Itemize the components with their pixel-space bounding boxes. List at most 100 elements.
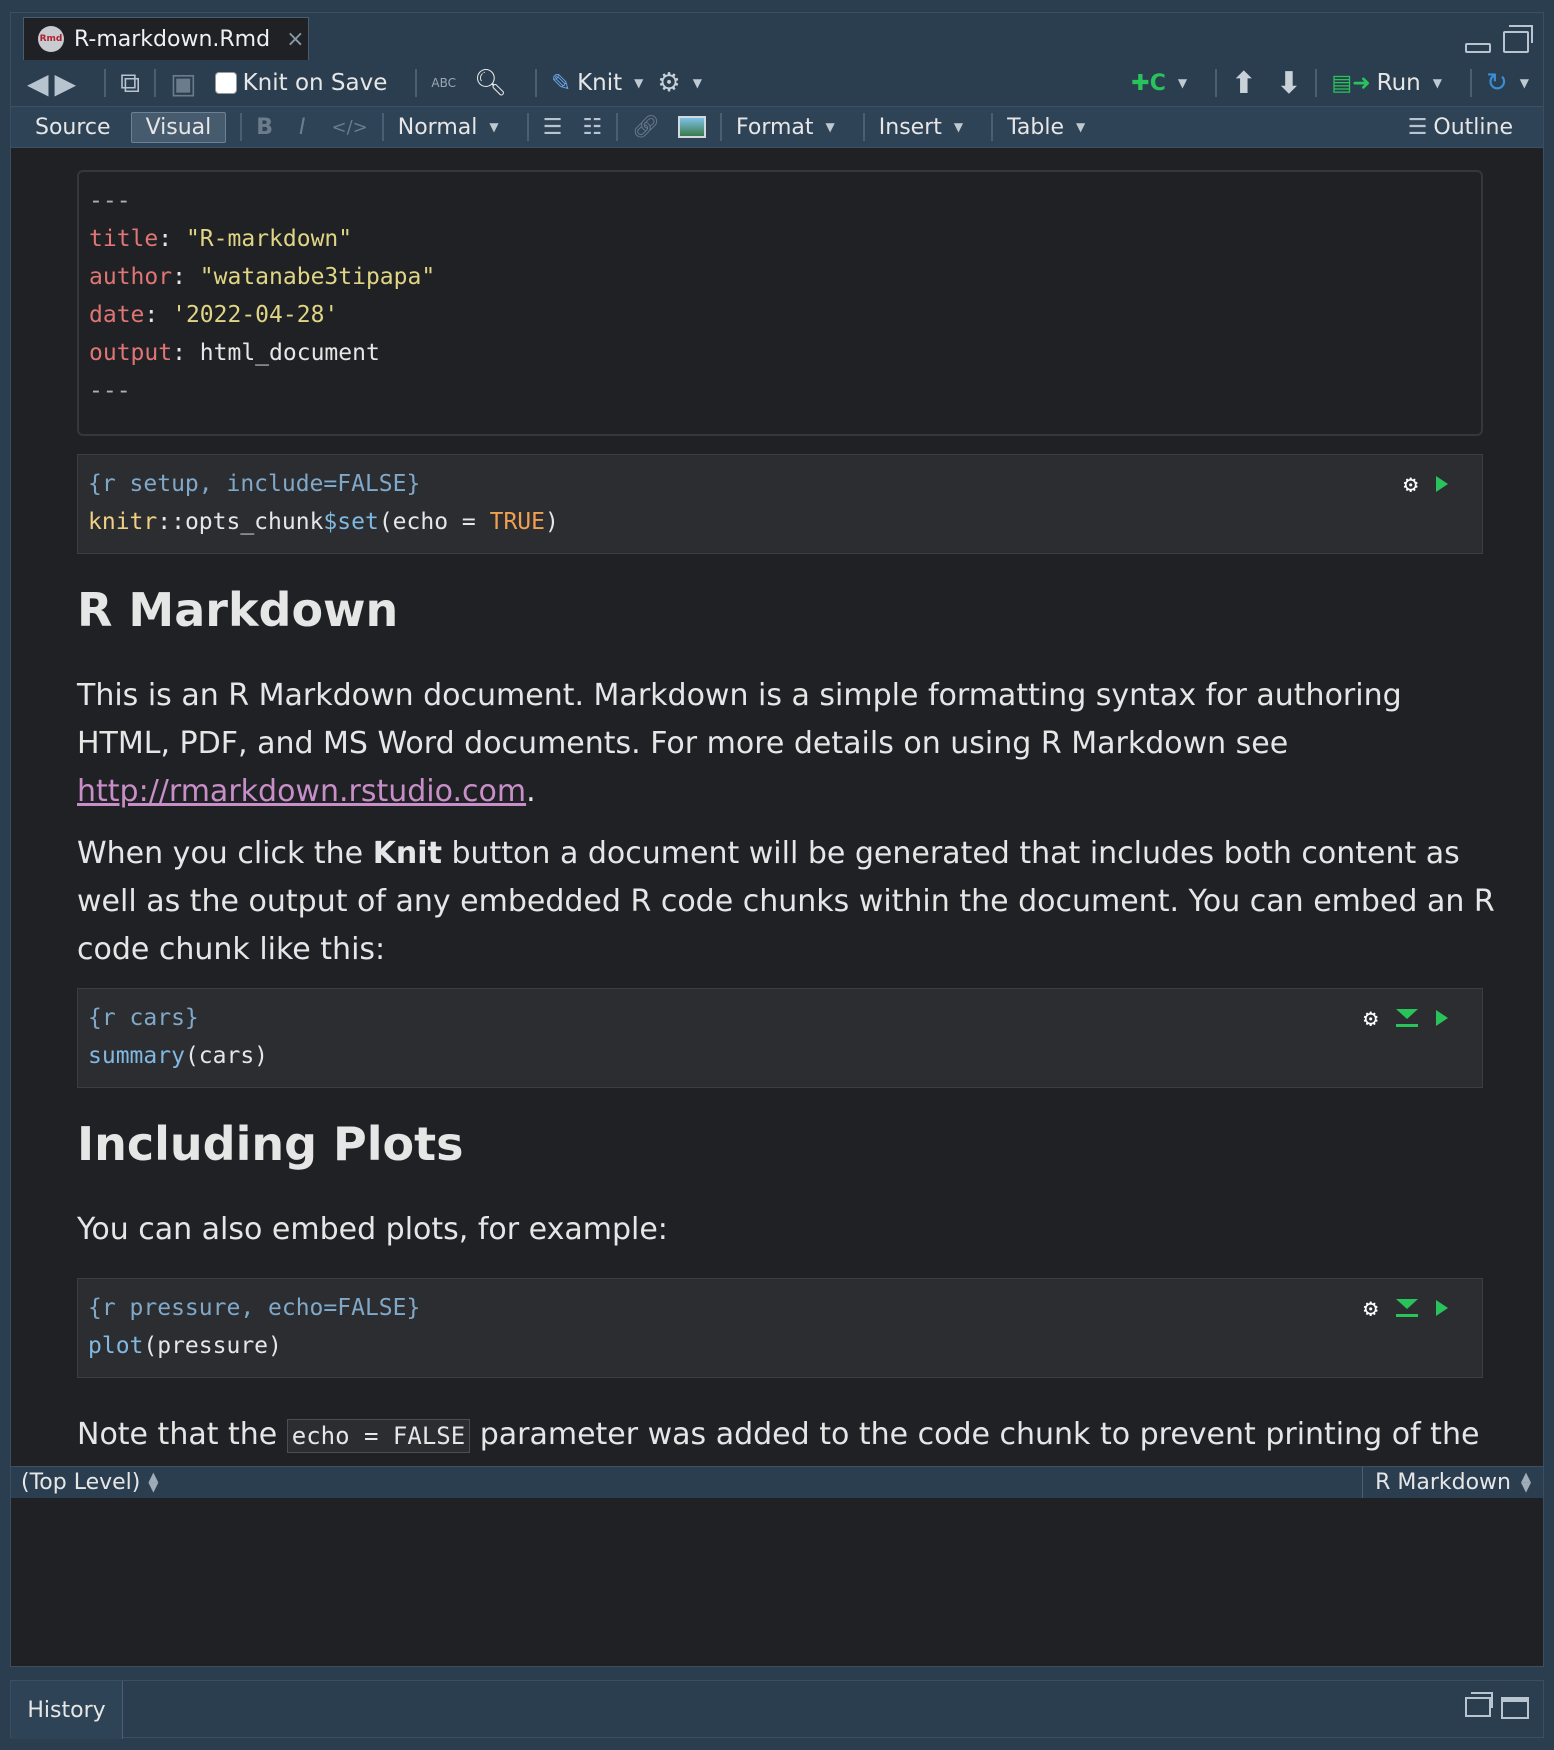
scope-selector[interactable]: (Top Level) ▲ ▼ — [11, 1470, 158, 1495]
image-icon[interactable] — [678, 116, 707, 138]
code-token: summary — [88, 1043, 185, 1069]
code-chunk-setup[interactable]: {r setup, include=FALSE} knitr::opts_chu… — [77, 454, 1483, 554]
inline-code: echo = FALSE — [286, 1419, 471, 1453]
insert-menu[interactable]: Insert ▼ — [879, 115, 963, 140]
code-chunk-pressure[interactable]: {r pressure, echo=FALSE} plot(pressure) … — [77, 1278, 1483, 1378]
chevron-down-icon: ▼ — [953, 120, 964, 134]
restore-pane-icon[interactable] — [1465, 1692, 1493, 1717]
status-bar: (Top Level) ▲ ▼ R Markdown ▲ ▼ — [11, 1466, 1543, 1498]
link-icon[interactable]: 🔗︎ — [632, 115, 660, 140]
maximize-pane-icon[interactable] — [1501, 1697, 1529, 1719]
updown-icon: ▲ ▼ — [148, 1469, 159, 1495]
heading-including-plots: Including Plots — [77, 1117, 464, 1171]
file-type-selector[interactable]: R Markdown ▲ ▼ — [1362, 1467, 1543, 1498]
run-chunk-play-icon[interactable] — [1436, 476, 1448, 492]
bullet-list-icon[interactable]: ☰ — [543, 115, 563, 140]
run-above-chunks-icon[interactable] — [1396, 1299, 1418, 1317]
chunk-options-gear-icon[interactable]: ⚙ — [1364, 1289, 1378, 1327]
yaml-delimiter: --- — [89, 188, 131, 214]
paragraph: This is an R Markdown document. Markdown… — [77, 672, 1497, 816]
visual-mode-button[interactable]: Visual — [130, 111, 227, 143]
numbered-list-icon[interactable]: ☷ — [582, 115, 602, 140]
show-in-window-icon[interactable]: ⧉ — [120, 66, 140, 100]
format-menu[interactable]: Format ▼ — [736, 115, 835, 140]
run-above-chunks-icon[interactable] — [1396, 1009, 1418, 1027]
chevron-down-icon: ▼ — [1076, 120, 1086, 134]
toolbar-separator — [991, 113, 994, 141]
lower-pane: History — [10, 1680, 1544, 1739]
settings-button[interactable]: ⚙ ▼ — [657, 68, 702, 98]
file-type-label: R Markdown — [1375, 1470, 1511, 1495]
run-chunk-play-icon[interactable] — [1436, 1300, 1448, 1316]
tab-history[interactable]: History — [11, 1681, 123, 1739]
knit-on-save-checkbox[interactable] — [214, 72, 237, 94]
toolbar-separator — [240, 113, 243, 141]
search-icon[interactable]: 🔍︎ — [474, 68, 507, 98]
table-menu[interactable]: Table ▼ — [1007, 115, 1085, 140]
chevron-down-icon[interactable]: ▼ — [1433, 76, 1442, 90]
tab-rmd-file[interactable]: Rmd R-markdown.Rmd × — [23, 17, 309, 60]
knit-on-save-label[interactable]: Knit on Save — [243, 70, 388, 96]
code-token: ) — [544, 509, 559, 535]
code-token: plot — [88, 1333, 144, 1359]
yaml-header-block[interactable]: --- title: "R-markdown" author: "watanab… — [77, 170, 1483, 436]
yaml-key: title — [89, 226, 159, 252]
knit-button[interactable]: ✎ Knit ▼ — [551, 69, 643, 97]
visual-editor[interactable]: --- title: "R-markdown" author: "watanab… — [11, 148, 1543, 1466]
insert-label: Insert — [878, 114, 942, 140]
chevron-down-icon[interactable]: ▼ — [693, 76, 702, 90]
knit-label: Knit — [577, 70, 623, 96]
insert-chunk-button[interactable]: ✚C ▼ — [1131, 71, 1187, 96]
forward-arrow-icon[interactable]: ▶ — [55, 67, 77, 100]
bold-button[interactable]: B — [256, 115, 273, 140]
tab-bar: Rmd R-markdown.Rmd × — [11, 13, 1543, 60]
toolbar-separator — [154, 69, 157, 97]
next-chunk-arrow-down-icon[interactable]: ⬇ — [1276, 66, 1301, 101]
chunk-header: {r setup, include=FALSE} — [88, 471, 421, 497]
rmarkdown-link[interactable]: http://rmarkdown.rstudio.com — [77, 774, 526, 809]
rerun-button[interactable]: ↻ ▼ — [1486, 68, 1529, 98]
toolbar-separator — [720, 113, 723, 141]
minimize-pane-icon[interactable] — [1465, 43, 1491, 53]
rerun-icon: ↻ — [1485, 68, 1508, 98]
outline-button[interactable]: ☰ Outline — [1408, 115, 1513, 140]
block-style-label: Normal — [397, 114, 478, 140]
paragraph-text: Note that the — [77, 1417, 287, 1452]
previous-chunk-arrow-up-icon[interactable]: ⬆ — [1231, 66, 1256, 101]
code-token: knitr — [88, 509, 158, 535]
rmd-icon-label: Rmd — [39, 34, 63, 44]
chevron-down-icon: ▼ — [825, 120, 835, 134]
table-label: Table — [1007, 114, 1065, 140]
toolbar-separator — [381, 113, 384, 141]
spellcheck-icon[interactable]: ABC — [431, 76, 456, 90]
block-style-dropdown[interactable]: Normal ▼ — [398, 115, 499, 140]
code-button[interactable]: </> — [332, 117, 368, 138]
close-icon[interactable]: × — [286, 27, 304, 52]
maximize-pane-icon[interactable] — [1503, 25, 1533, 53]
chunk-options-gear-icon[interactable]: ⚙ — [1364, 999, 1378, 1037]
chevron-down-icon[interactable]: ▼ — [1178, 76, 1187, 90]
paragraph-text: You can also embed plots, for example: — [77, 1212, 668, 1247]
chunk-header: {r pressure, echo=FALSE} — [88, 1295, 421, 1321]
italic-button[interactable]: I — [299, 115, 306, 140]
code-token: $set — [323, 509, 379, 535]
source-mode-button[interactable]: Source — [35, 115, 111, 140]
chevron-down-icon[interactable]: ▼ — [634, 76, 643, 90]
yaml-key: author — [89, 264, 173, 290]
paragraph-text: This is an R Markdown document. Markdown… — [77, 678, 1402, 761]
outline-label: Outline — [1433, 114, 1513, 140]
run-button[interactable]: ▤➜ Run ▼ — [1331, 70, 1442, 96]
toolbar-separator — [616, 113, 619, 141]
run-label: Run — [1376, 70, 1421, 96]
run-chunk-play-icon[interactable] — [1436, 1010, 1448, 1026]
rmd-file-icon: Rmd — [38, 26, 64, 52]
chevron-down-icon[interactable]: ▼ — [1520, 76, 1529, 90]
visual-editor-toolbar: Source Visual B I </> Normal ▼ ☰ ☷ 🔗︎ Fo… — [11, 106, 1543, 148]
save-icon[interactable]: ▣ — [170, 67, 196, 100]
code-chunk-cars[interactable]: {r cars} summary(cars) ⚙ — [77, 988, 1483, 1088]
chunk-options-gear-icon[interactable]: ⚙ — [1404, 465, 1418, 503]
back-arrow-icon[interactable]: ◀ — [27, 67, 49, 100]
format-label: Format — [736, 114, 814, 140]
paragraph: Note that the echo = FALSE parameter was… — [77, 1411, 1497, 1466]
paragraph: You can also embed plots, for example: — [77, 1206, 1497, 1254]
